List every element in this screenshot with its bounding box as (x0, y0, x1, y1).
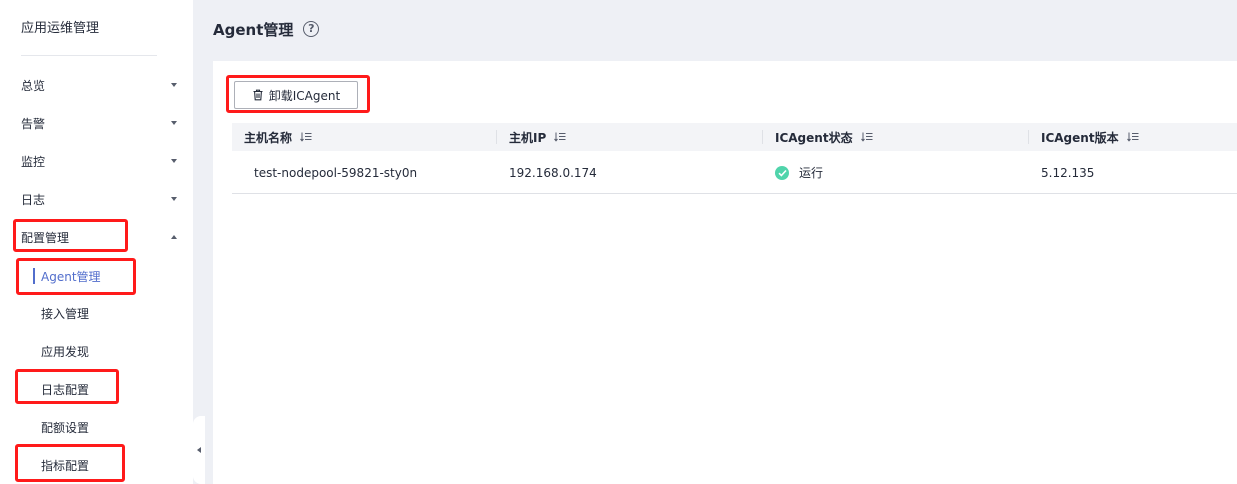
column-icagent-version[interactable]: ICAgent版本 (1041, 123, 1139, 151)
sort-icon[interactable] (554, 132, 566, 142)
table-row[interactable]: test-nodepool-59821-sty0n 192.168.0.174 … (232, 151, 1237, 194)
page-title: Agent管理 (213, 20, 294, 39)
nav-label: 配额设置 (41, 420, 90, 435)
uninstall-icagent-button[interactable]: 卸载ICAgent (234, 81, 358, 109)
nav-item-log[interactable]: 日志 (0, 184, 193, 214)
column-separator (762, 130, 763, 144)
nav-label: 指标配置 (41, 458, 90, 473)
active-indicator (33, 268, 35, 284)
nav-label: 配置管理 (21, 230, 70, 245)
question-circle-icon[interactable]: ? (303, 21, 320, 37)
sub-item-app-discovery[interactable]: 应用发现 (0, 336, 193, 366)
sort-icon[interactable] (860, 132, 873, 142)
column-separator (496, 130, 497, 144)
trash-icon (253, 89, 263, 101)
status-text: 运行 (799, 166, 824, 180)
nav-item-overview[interactable]: 总览 (0, 70, 193, 100)
sidebar-divider (21, 55, 157, 56)
nav-label: 总览 (21, 78, 46, 93)
sidebar: 应用运维管理 总览 告警 监控 日志 配置管理 Agent管理 接入管理 应用发… (0, 0, 193, 484)
sub-item-quota-settings[interactable]: 配额设置 (0, 412, 193, 442)
agent-table: 主机名称 主机IP ICAgent状态 ICAgent版本 test-nodep… (232, 123, 1237, 194)
column-icagent-status[interactable]: ICAgent状态 (775, 123, 873, 151)
chevron-down-icon (171, 159, 177, 163)
content-panel: 卸载ICAgent 主机名称 主机IP ICAgent状态 ICAgent版本 … (213, 61, 1237, 484)
column-label: 主机IP (509, 130, 547, 145)
nav-label: 告警 (21, 116, 46, 131)
nav-label: Agent管理 (41, 269, 101, 284)
nav-label: 应用发现 (41, 344, 90, 359)
chevron-up-icon (171, 235, 177, 239)
column-separator (1028, 130, 1029, 144)
column-host-name[interactable]: 主机名称 (244, 123, 312, 151)
column-label: 主机名称 (244, 130, 293, 145)
page-header: Agent管理 ? (213, 16, 320, 42)
chevron-down-icon (171, 121, 177, 125)
check-circle-icon (775, 165, 789, 180)
sub-item-access-management[interactable]: 接入管理 (0, 298, 193, 328)
sidebar-title: 应用运维管理 (21, 21, 100, 36)
nav-label: 日志配置 (41, 382, 90, 397)
chevron-down-icon (171, 83, 177, 87)
cell-host-ip: 192.168.0.174 (509, 165, 597, 180)
chevron-left-icon (197, 447, 201, 453)
nav-label: 日志 (21, 192, 46, 207)
uninstall-label: 卸载ICAgent (268, 88, 341, 103)
sub-item-metric-config[interactable]: 指标配置 (0, 450, 193, 480)
cell-host-name: test-nodepool-59821-sty0n (254, 165, 418, 180)
nav-label: 监控 (21, 154, 46, 169)
nav-item-config[interactable]: 配置管理 (0, 222, 193, 252)
chevron-down-icon (171, 197, 177, 201)
table-header: 主机名称 主机IP ICAgent状态 ICAgent版本 (232, 123, 1237, 151)
sort-icon[interactable] (300, 132, 312, 142)
sort-icon[interactable] (1126, 132, 1139, 142)
column-host-ip[interactable]: 主机IP (509, 123, 566, 151)
column-label: ICAgent版本 (1041, 130, 1119, 145)
cell-version: 5.12.135 (1041, 165, 1095, 180)
nav-item-alarm[interactable]: 告警 (0, 108, 193, 138)
cell-status: 运行 (775, 151, 823, 194)
nav-item-monitor[interactable]: 监控 (0, 146, 193, 176)
nav-label: 接入管理 (41, 306, 90, 321)
column-label: ICAgent状态 (775, 130, 853, 145)
sidebar-collapse-button[interactable] (193, 416, 205, 484)
sub-item-log-config[interactable]: 日志配置 (0, 374, 193, 404)
sub-item-agent-management[interactable]: Agent管理 (0, 261, 193, 291)
